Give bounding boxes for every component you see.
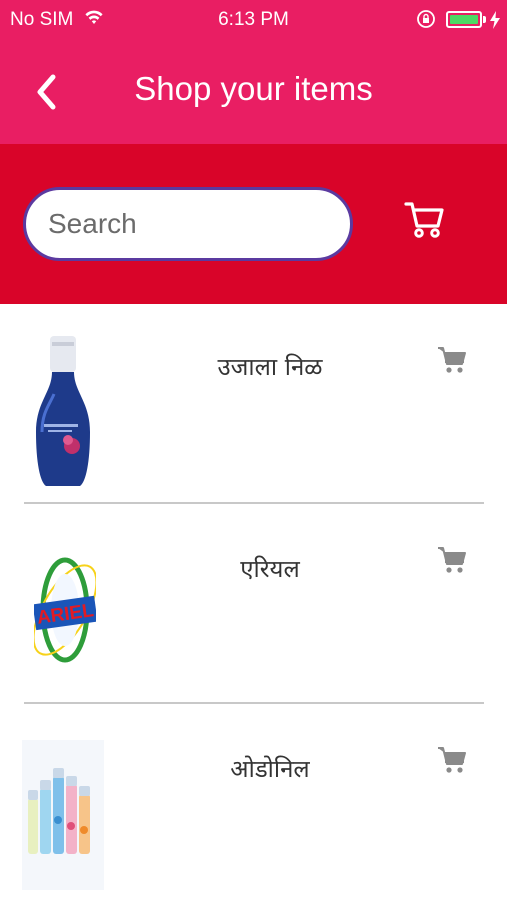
add-to-cart-button[interactable] <box>436 544 468 576</box>
product-list: उजाला निळ ARIEL एरियल ओडोनिल <box>0 304 507 900</box>
battery-icon <box>446 11 482 28</box>
rotation-lock-icon <box>416 9 436 33</box>
shopping-cart-icon <box>438 347 466 373</box>
status-bar: No SIM 6:13 PM <box>0 0 507 40</box>
add-to-cart-button[interactable] <box>436 744 468 776</box>
ujala-bottle-image <box>22 332 104 492</box>
product-name: ओडोनिल <box>230 755 310 783</box>
shopping-cart-icon <box>438 547 466 573</box>
shopping-cart-icon <box>404 202 444 238</box>
list-item: ARIEL एरियल <box>0 504 507 704</box>
list-item: उजाला निळ <box>0 304 507 504</box>
charging-icon <box>489 10 501 34</box>
app-bar: No SIM 6:13 PM Shop your items <box>0 0 507 144</box>
search-input[interactable] <box>23 187 353 261</box>
header: Shop your items <box>0 40 507 144</box>
cart-button[interactable] <box>400 194 448 242</box>
shopping-cart-icon <box>438 747 466 773</box>
search-bar <box>0 144 507 304</box>
product-name: उजाला निळ <box>217 353 323 381</box>
add-to-cart-button[interactable] <box>436 344 468 376</box>
product-name: एरियल <box>240 555 300 583</box>
battery-tip <box>483 16 486 23</box>
ariel-logo-image: ARIEL <box>32 550 98 670</box>
page-title: Shop your items <box>134 70 373 107</box>
list-item: ओडोनिल <box>0 704 507 900</box>
odonil-sprays-image <box>22 740 104 890</box>
